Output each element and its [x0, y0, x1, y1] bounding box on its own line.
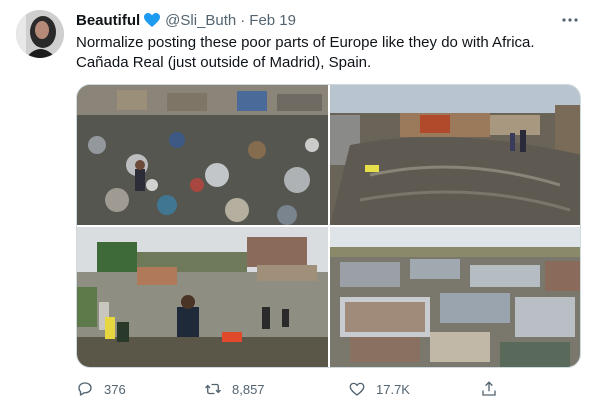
tweet-text-line-1: Normalize posting these poor parts of Eu… [76, 34, 535, 51]
tweet-text: Normalize posting these poor parts of Eu… [76, 33, 576, 73]
reply-button[interactable]: 376 [76, 380, 126, 398]
separator-dot: · [240, 11, 246, 29]
shanty-town-photo[interactable] [330, 227, 580, 367]
like-icon [349, 382, 365, 396]
avatar[interactable] [16, 10, 64, 58]
user-handle[interactable]: @Sli_Buth [165, 12, 236, 29]
media-grid [76, 84, 581, 368]
retweet-count: 8,857 [232, 381, 265, 397]
retweet-button[interactable]: 8,857 [204, 380, 265, 398]
tweet-action-bar: 376 8,857 17.7K [76, 380, 506, 402]
tweet-text-line-2: Cañada Real (just outside of Madrid), Sp… [76, 54, 372, 71]
reply-icon [78, 382, 92, 396]
like-count: 17.7K [376, 381, 410, 397]
reply-count: 376 [104, 381, 126, 397]
like-button[interactable]: 17.7K [348, 380, 410, 398]
display-name[interactable]: Beautiful [76, 12, 140, 29]
retweet-icon [205, 383, 221, 395]
share-button[interactable] [480, 380, 508, 398]
verified-heart-icon [143, 11, 161, 29]
more-options-icon[interactable] [560, 10, 580, 30]
tweet-header: Beautiful @Sli_Buth · Feb 19 [76, 11, 296, 29]
garbage-dump-photo[interactable] [77, 85, 328, 225]
flooded-camp-photo[interactable] [77, 227, 328, 367]
tweet-date[interactable]: Feb 19 [249, 12, 296, 29]
share-icon [482, 381, 496, 396]
muddy-street-photo[interactable] [330, 85, 580, 225]
